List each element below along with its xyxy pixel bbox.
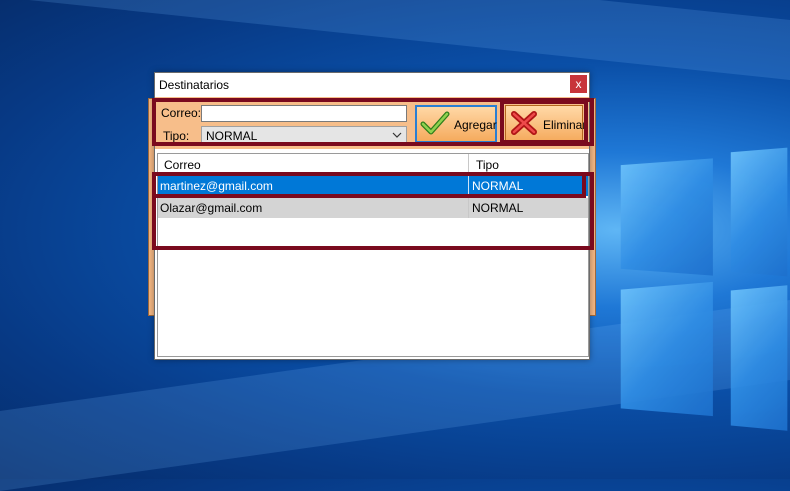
grid-header: Correo Tipo: [158, 154, 588, 175]
cell-tipo: NORMAL: [472, 201, 524, 215]
window-title: Destinatarios: [159, 78, 230, 92]
x-icon: [511, 111, 537, 135]
form-panel: Correo: Tipo: NORMAL Agregar Eliminar: [155, 97, 589, 149]
eliminar-button[interactable]: Eliminar: [505, 105, 587, 143]
table-row[interactable]: martinez@gmail.com NORMAL: [158, 176, 588, 196]
check-icon: [420, 111, 450, 135]
column-divider: [468, 154, 469, 174]
cell-correo: martinez@gmail.com: [160, 179, 273, 193]
close-button[interactable]: x: [570, 75, 587, 93]
table-row[interactable]: Olazar@gmail.com NORMAL: [158, 198, 588, 218]
agregar-label: Agregar: [454, 118, 497, 132]
correo-label: Correo:: [161, 106, 202, 120]
column-header-tipo[interactable]: Tipo: [476, 158, 499, 172]
eliminar-label: Eliminar: [543, 118, 587, 132]
column-header-correo[interactable]: Correo: [164, 158, 201, 172]
agregar-button[interactable]: Agregar: [415, 105, 497, 143]
destinatarios-grid[interactable]: Correo Tipo martinez@gmail.com NORMAL Ol…: [157, 153, 589, 357]
chevron-down-icon: [392, 132, 402, 138]
cell-correo: Olazar@gmail.com: [160, 201, 263, 215]
cell-tipo: NORMAL: [472, 179, 524, 193]
cell-divider: [468, 198, 469, 218]
destinatarios-dialog: Destinatarios x Correo: Tipo: NORMAL Agr…: [154, 72, 590, 360]
tipo-label: Tipo:: [163, 129, 190, 143]
close-icon: x: [575, 77, 582, 91]
tipo-select-value: NORMAL: [206, 129, 258, 143]
title-bar[interactable]: Destinatarios x: [155, 73, 589, 97]
dialog-content: Correo: Tipo: NORMAL Agregar Eliminar Co…: [155, 97, 589, 359]
correo-input[interactable]: [201, 105, 407, 122]
tipo-select[interactable]: NORMAL: [201, 126, 407, 146]
cell-divider: [468, 176, 469, 196]
